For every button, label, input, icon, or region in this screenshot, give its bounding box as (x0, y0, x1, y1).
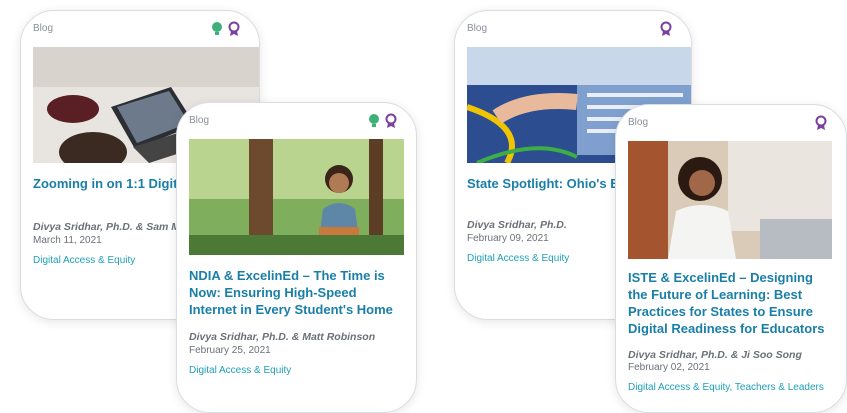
lightbulb-icon (212, 22, 222, 35)
card-author: Divya Sridhar, Ph.D. (467, 219, 567, 231)
card-type-label: Blog (628, 117, 649, 128)
card-badges (814, 115, 828, 131)
card-date: February 09, 2021 (467, 233, 549, 244)
award-ribbon-icon (385, 113, 397, 128)
card-category-link[interactable]: Digital Access & Equity (189, 365, 291, 376)
card-date: February 02, 2021 (628, 362, 710, 373)
award-ribbon-icon (228, 21, 240, 36)
card-title[interactable]: ISTE & ExcelinEd – Designing the Future … (628, 269, 832, 337)
blog-card[interactable]: Blog ISTE & ExcelinEd – Designing the Fu… (615, 104, 847, 413)
card-type-label: Blog (467, 23, 488, 34)
card-author: Divya Sridhar, Ph.D. & Matt Robinson (189, 331, 376, 343)
award-ribbon-icon (815, 115, 827, 130)
card-category-link[interactable]: Digital Access & Equity, Teachers & Lead… (628, 382, 824, 393)
card-category-link[interactable]: Digital Access & Equity (33, 255, 135, 266)
card-badges (659, 21, 673, 37)
lightbulb-icon (369, 114, 379, 127)
card-type-label: Blog (189, 115, 210, 126)
card-category-link[interactable]: Digital Access & Equity (467, 253, 569, 264)
card-title[interactable]: NDIA & ExcelinEd – The Time is Now: Ensu… (189, 267, 402, 318)
card-badges (210, 21, 241, 37)
award-ribbon-icon (660, 21, 672, 36)
card-date: February 25, 2021 (189, 345, 271, 356)
card-author: Divya Sridhar, Ph.D. & Ji Soo Song (628, 349, 802, 361)
card-badges (367, 113, 398, 129)
blog-card[interactable]: Blog NDIA & ExcelinEd – The Time is Now:… (176, 102, 417, 413)
card-date: March 11, 2021 (33, 235, 102, 246)
card-image[interactable] (189, 139, 404, 255)
card-image[interactable] (628, 141, 832, 259)
card-type-label: Blog (33, 23, 54, 34)
